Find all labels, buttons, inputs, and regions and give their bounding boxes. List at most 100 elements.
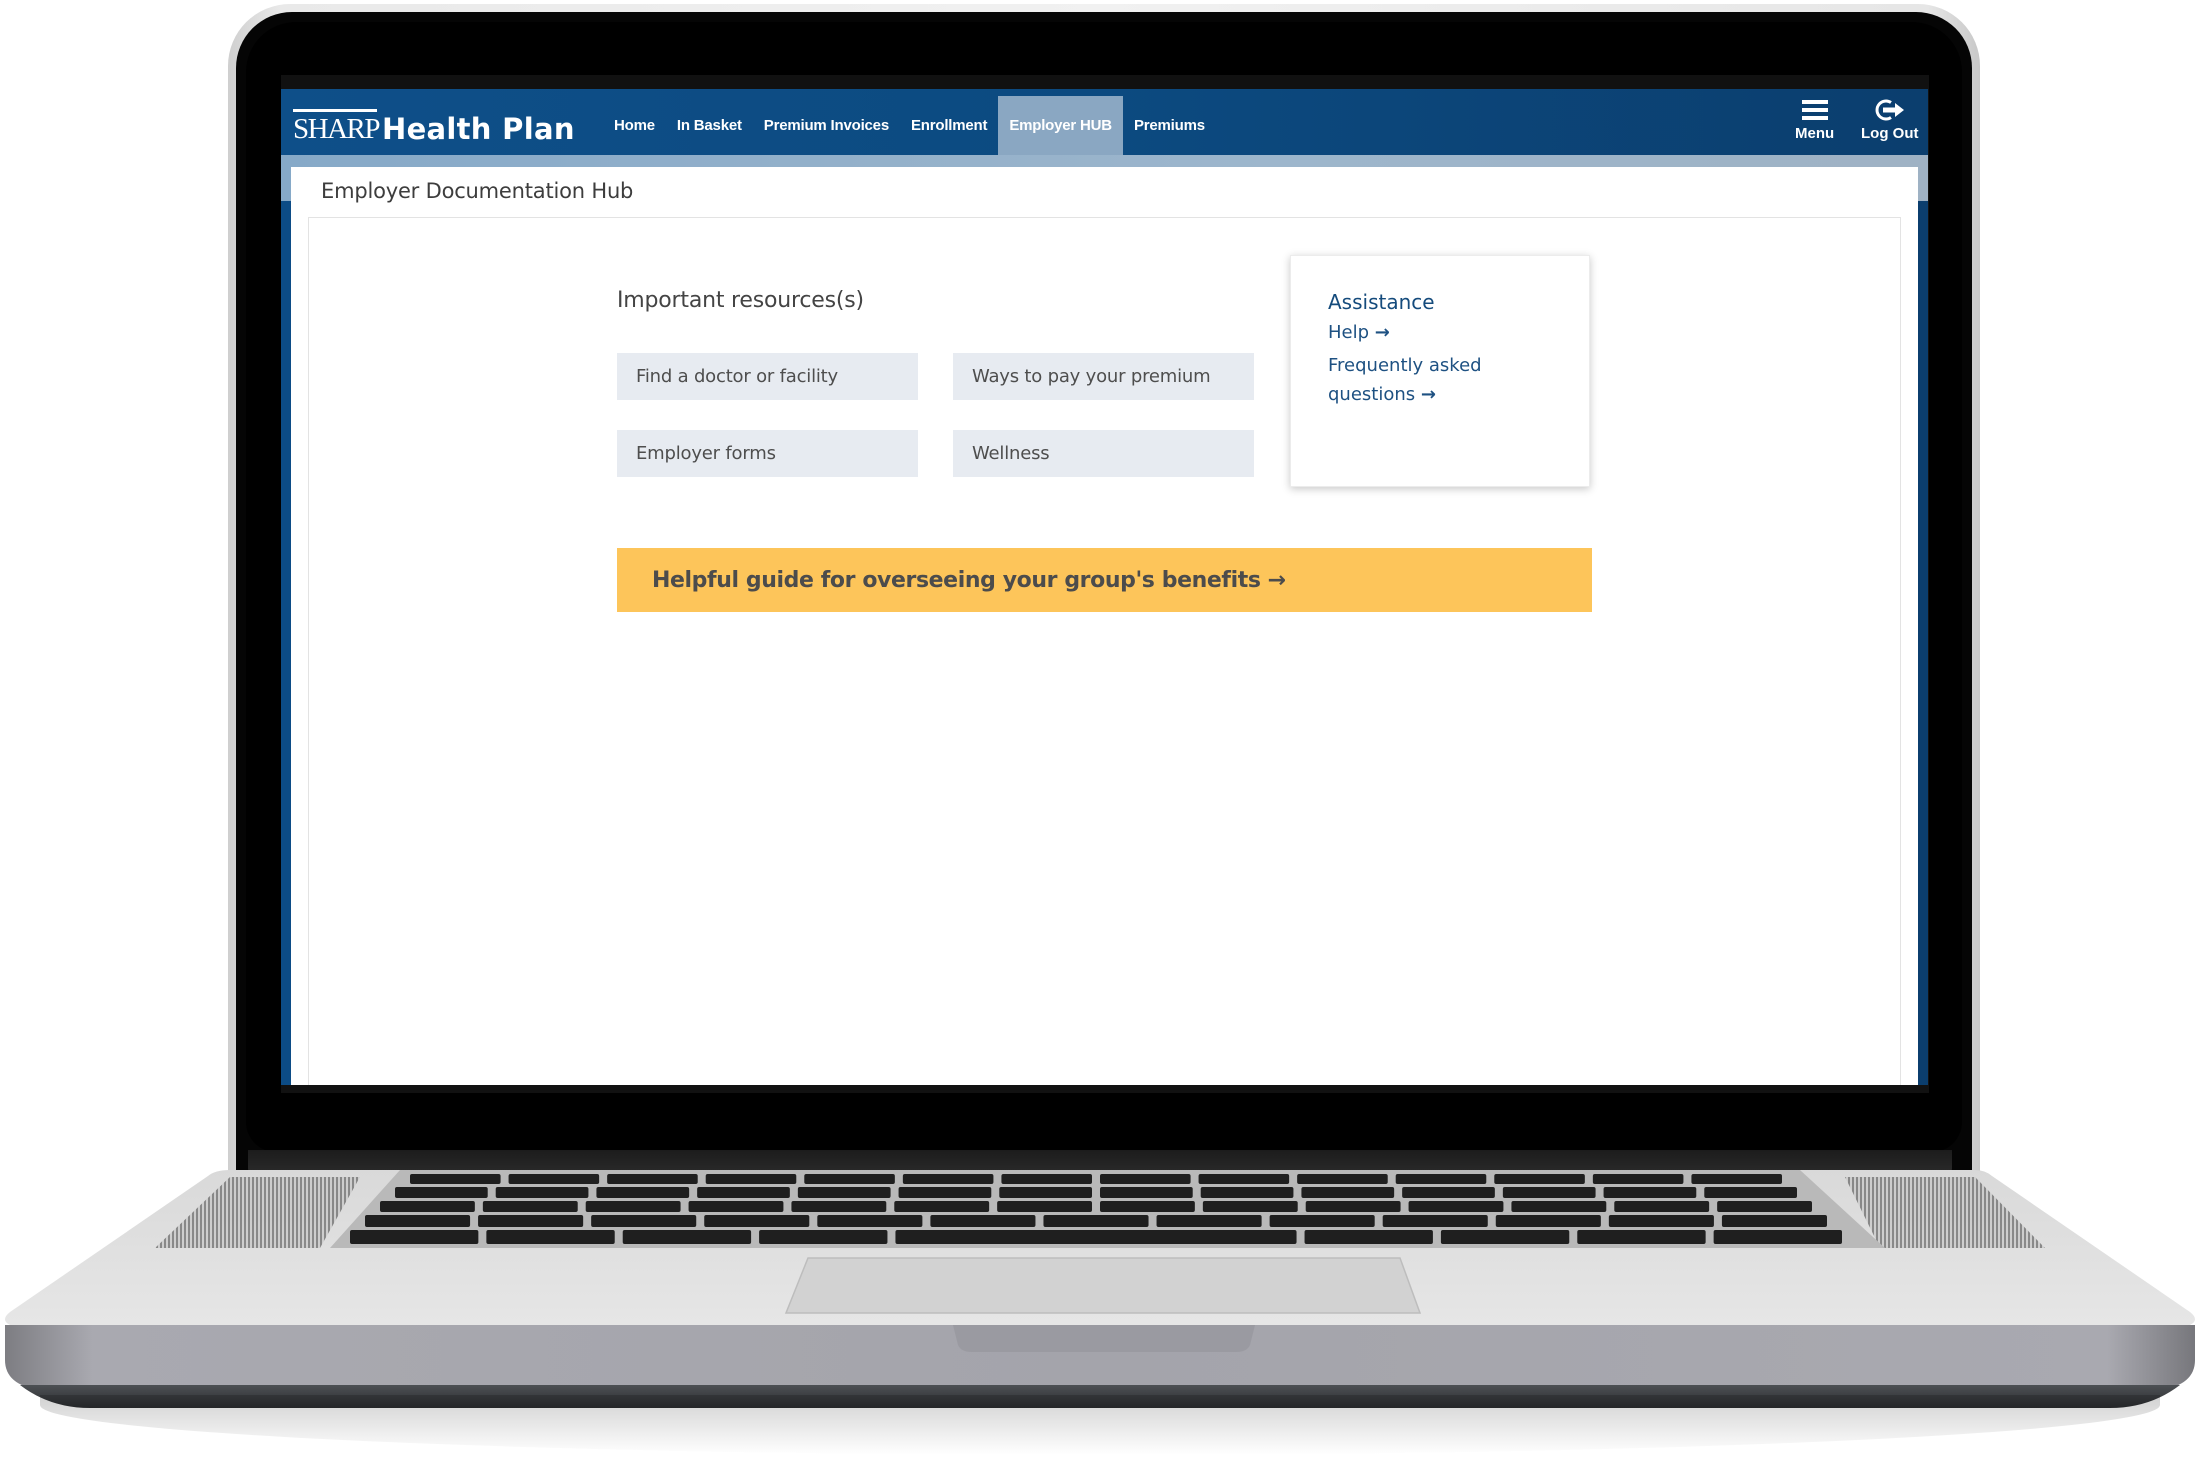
keyboard-key <box>1305 1201 1401 1212</box>
keyboard-key <box>1202 1201 1298 1212</box>
keyboard-key <box>380 1201 475 1212</box>
keyboard-key <box>1001 1174 1092 1184</box>
nav-home[interactable]: Home <box>603 96 666 155</box>
logout-icon <box>1874 95 1906 125</box>
arrow-right-icon: → <box>1420 384 1436 405</box>
keyboard-key <box>898 1187 992 1198</box>
keyboard-key <box>1200 1187 1294 1198</box>
keyboard-key <box>350 1230 479 1244</box>
keyboard-key <box>1100 1174 1191 1184</box>
help-link-label: Help <box>1328 322 1370 343</box>
nav-employer-hub[interactable]: Employer HUB <box>998 96 1123 155</box>
page-title: Employer Documentation Hub <box>321 179 634 203</box>
top-nav-bar: SHARP Health Plan Home In Basket Premium… <box>281 89 1928 155</box>
menu-label: Menu <box>1795 125 1835 142</box>
keyboard-key <box>1156 1215 1262 1227</box>
menu-button[interactable]: Menu <box>1795 95 1834 142</box>
keyboard-key <box>478 1215 584 1227</box>
trackpad <box>784 1257 1422 1314</box>
keyboard-key <box>697 1187 790 1198</box>
laptop-reflection <box>40 1395 2160 1455</box>
keyboard-key <box>1043 1215 1149 1227</box>
keyboard-key <box>1402 1187 1495 1198</box>
nav-in-basket[interactable]: In Basket <box>666 96 753 155</box>
page-body: Employer Documentation Hub Important res… <box>291 167 1918 1085</box>
keyboard-key <box>607 1174 698 1184</box>
logout-label: Log Out <box>1861 125 1919 142</box>
find-doctor-button[interactable]: Find a doctor or facility <box>617 353 918 400</box>
nav-premium-invoices[interactable]: Premium Invoices <box>753 96 900 155</box>
pay-premium-button[interactable]: Ways to pay your premium <box>953 353 1254 400</box>
keyboard-key <box>1304 1230 1433 1244</box>
keyboard-key <box>365 1215 471 1227</box>
keyboard-key <box>688 1201 784 1212</box>
keyboard-key <box>705 1174 797 1184</box>
keyboard-key <box>704 1215 810 1227</box>
page-frame-right <box>1918 167 1928 1085</box>
keyboard-key <box>1301 1187 1395 1198</box>
keyboard-key <box>1502 1187 1596 1198</box>
keyboard-key <box>1603 1187 1697 1198</box>
keyboard-key <box>1511 1201 1607 1212</box>
keyboard-key <box>1717 1201 1812 1212</box>
employer-forms-button[interactable]: Employer forms <box>617 430 918 477</box>
sharp-health-plan-logo[interactable]: SHARP Health Plan <box>293 104 575 144</box>
keyboard-key <box>410 1174 501 1184</box>
keyboard-key <box>1495 1215 1601 1227</box>
help-link[interactable]: Help → <box>1328 318 1558 347</box>
arrow-right-icon: → <box>1267 567 1286 593</box>
main-nav: Home In Basket Premium Invoices Enrollme… <box>603 96 1216 155</box>
resources-heading: Important resources(s) <box>617 288 864 313</box>
keyboard-key <box>591 1215 697 1227</box>
keyboard-key <box>395 1187 488 1198</box>
keyboard-key <box>1297 1174 1388 1184</box>
keyboard-key <box>482 1201 578 1212</box>
faq-link[interactable]: Frequently asked questions → <box>1328 351 1558 409</box>
guide-banner-label: Helpful guide for overseeing your group'… <box>652 567 1261 593</box>
keyboard-key <box>596 1187 690 1198</box>
keyboard-key <box>817 1215 923 1227</box>
logo-health-plan-text: Health Plan <box>382 112 575 146</box>
nav-enrollment[interactable]: Enrollment <box>900 96 998 155</box>
browser-screen: SHARP Health Plan Home In Basket Premium… <box>281 89 1928 1085</box>
keyboard-key <box>759 1230 888 1244</box>
faq-link-label: Frequently asked questions <box>1328 355 1482 405</box>
wellness-button[interactable]: Wellness <box>953 430 1254 477</box>
keyboard-key <box>997 1201 1092 1212</box>
keyboard-key <box>902 1174 994 1184</box>
keyboard-key <box>585 1201 681 1212</box>
assistance-card: Assistance Help → Frequently asked quest… <box>1290 255 1590 487</box>
keyboard-key <box>804 1174 895 1184</box>
benefits-guide-banner[interactable]: Helpful guide for overseeing your group'… <box>617 548 1592 612</box>
keyboard-key <box>1395 1174 1487 1184</box>
assistance-title: Assistance <box>1328 290 1435 314</box>
keyboard-key <box>1704 1187 1797 1198</box>
keyboard-key <box>1608 1215 1714 1227</box>
keyboard-key <box>1440 1230 1570 1244</box>
hamburger-icon <box>1801 95 1828 125</box>
arrow-right-icon: → <box>1374 322 1390 343</box>
keyboard-key <box>930 1215 1036 1227</box>
keyboard-key <box>999 1187 1092 1198</box>
nav-premiums[interactable]: Premiums <box>1123 96 1216 155</box>
keyboard-key <box>1721 1215 1827 1227</box>
keyboard-key <box>1269 1215 1375 1227</box>
logout-button[interactable]: Log Out <box>1861 95 1918 142</box>
keyboard-key <box>894 1201 990 1212</box>
keyboard-key <box>1198 1174 1290 1184</box>
keyboard-key <box>1408 1201 1504 1212</box>
keyboard-key <box>1577 1230 1706 1244</box>
page-frame-left <box>281 167 291 1085</box>
keyboard-key <box>895 1230 1297 1244</box>
keyboard-key <box>495 1187 589 1198</box>
logo-sharp-text: SHARP <box>293 109 381 144</box>
content-panel: Important resources(s) Find a doctor or … <box>308 217 1901 1085</box>
keyboard-key <box>1614 1201 1710 1212</box>
keyboard-key <box>1691 1174 1782 1184</box>
keyboard-key <box>1494 1174 1585 1184</box>
keyboard-key <box>1100 1201 1195 1212</box>
keyboard-key <box>508 1174 600 1184</box>
keyboard-key <box>1100 1187 1193 1198</box>
keyboard-key <box>1382 1215 1488 1227</box>
keyboard-key <box>1592 1174 1684 1184</box>
